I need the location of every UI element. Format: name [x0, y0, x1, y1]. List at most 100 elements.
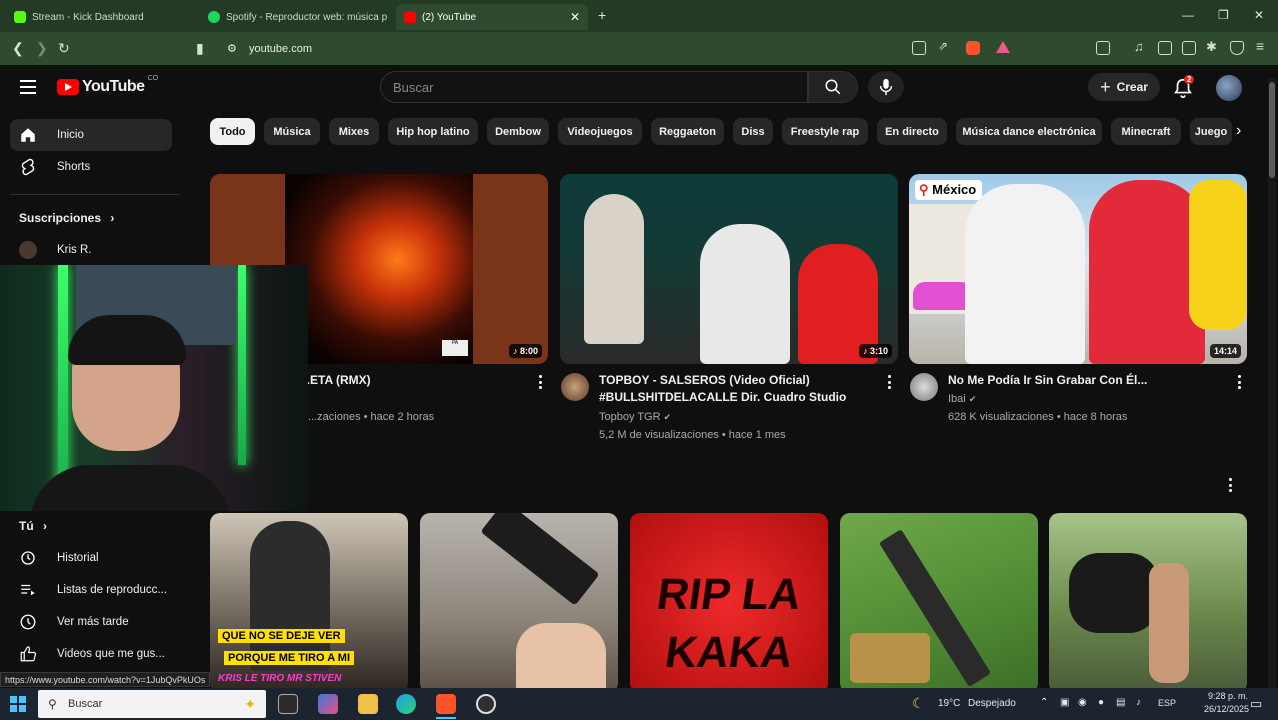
back-icon[interactable]: ❮: [12, 40, 24, 57]
new-tab-icon[interactable]: +: [598, 7, 606, 23]
video-menu-icon[interactable]: [888, 375, 892, 389]
taskbar-search[interactable]: ⚲ Buscar ✦: [38, 690, 266, 718]
sidebar-item-label: Historial: [57, 552, 99, 564]
history-icon: [19, 549, 37, 567]
short-thumbnail[interactable]: [420, 513, 618, 693]
browser-tab-spotify[interactable]: Spotify - Reproductor web: música p: [200, 4, 392, 30]
sidebar-toggle-icon[interactable]: [1096, 41, 1110, 55]
tray-app-icon[interactable]: ▣: [1060, 697, 1069, 708]
speaker-icon[interactable]: ♪: [1136, 697, 1141, 708]
video-menu-icon[interactable]: [539, 375, 543, 389]
browser-tab-kick[interactable]: Stream - Kick Dashboard: [6, 4, 198, 30]
sidebar-item-playlists[interactable]: Listas de reproducc...: [10, 574, 172, 606]
share-icon[interactable]: ⇗: [938, 39, 952, 53]
weather-temp[interactable]: 19°C: [938, 698, 960, 709]
clock-time[interactable]: 9:28 p. m.: [1208, 691, 1248, 701]
video-thumbnail[interactable]: ♪ 3:10: [560, 174, 898, 364]
section-menu-icon[interactable]: [1229, 478, 1233, 492]
sidebar-item-channel[interactable]: Kris R.: [10, 234, 172, 266]
page-scrollbar[interactable]: [1268, 78, 1276, 688]
sidebar-item-watch-later[interactable]: Ver más tarde: [10, 606, 172, 638]
channel-name[interactable]: Ibai ✔: [948, 390, 976, 408]
chip-edm[interactable]: Música dance electrónica: [956, 118, 1102, 145]
obs-icon[interactable]: [476, 694, 496, 714]
notification-center-icon[interactable]: ▭: [1250, 696, 1262, 712]
brave-rewards-icon[interactable]: [996, 41, 1010, 53]
vpn-icon[interactable]: [1230, 41, 1244, 55]
guide-menu-icon[interactable]: [20, 80, 36, 94]
reload-icon[interactable]: ↻: [58, 40, 70, 57]
bookmark-icon[interactable]: ▮: [196, 40, 204, 57]
chip-freestyle-rap[interactable]: Freestyle rap: [782, 118, 868, 145]
tray-expand-icon[interactable]: ⌃: [1040, 697, 1048, 708]
chips-next-icon[interactable]: ›: [1236, 122, 1241, 140]
chip-all[interactable]: Todo: [210, 118, 255, 145]
browser-tab-youtube[interactable]: (2) YouTube ✕: [396, 4, 588, 30]
youtube-logo[interactable]: YouTube CO: [57, 75, 158, 96]
weather-desc[interactable]: Despejado: [968, 698, 1016, 709]
tab-title: Stream - Kick Dashboard: [32, 11, 144, 23]
voice-search-button[interactable]: [868, 71, 904, 103]
network-icon[interactable]: ▤: [1116, 697, 1125, 708]
app-icon[interactable]: [318, 694, 338, 714]
chip-games[interactable]: Juego: [1190, 118, 1232, 145]
chip-videogames[interactable]: Videojuegos: [558, 118, 642, 145]
account-avatar[interactable]: [1216, 75, 1242, 101]
media-icon[interactable]: ♫: [1134, 39, 1148, 54]
close-window-icon[interactable]: ✕: [1254, 8, 1264, 22]
tray-mic-icon[interactable]: ●: [1098, 697, 1104, 708]
short-thumbnail[interactable]: QUE NO SE DEJE VER PORQUE ME TIRO A MI K…: [210, 513, 408, 693]
reading-mode-icon[interactable]: [1158, 41, 1172, 55]
video-title[interactable]: ...ETA (RMX): [300, 372, 530, 389]
chip-music[interactable]: Música: [264, 118, 320, 145]
close-tab-icon[interactable]: ✕: [570, 10, 580, 24]
chip-latin-hiphop[interactable]: Hip hop latino: [388, 118, 478, 145]
windows-start-icon[interactable]: [10, 696, 26, 712]
create-button[interactable]: + Crear: [1088, 73, 1160, 101]
chip-mixes[interactable]: Mixes: [329, 118, 379, 145]
task-view-icon[interactable]: [278, 694, 298, 714]
sidebar-item-shorts[interactable]: Shorts: [10, 151, 172, 183]
chip-minecraft[interactable]: Minecraft: [1111, 118, 1181, 145]
chip-dembow[interactable]: Dembow: [487, 118, 549, 145]
file-explorer-icon[interactable]: [358, 694, 378, 714]
search-input[interactable]: [380, 71, 808, 103]
channel-avatar[interactable]: [910, 373, 938, 401]
short-thumbnail[interactable]: RIP LA KAKA: [630, 513, 828, 693]
you-header[interactable]: Tú ›: [19, 519, 47, 533]
video-thumbnail[interactable]: ⚲ México 14:14: [909, 174, 1247, 364]
clock-date[interactable]: 26/12/2025: [1204, 704, 1249, 714]
chip-reggaeton[interactable]: Reggaeton: [651, 118, 724, 145]
video-title[interactable]: TOPBOY - SALSEROS (Video Oficial) #BULLS…: [599, 372, 879, 406]
channel-avatar[interactable]: [561, 373, 589, 401]
wallet-icon[interactable]: [1182, 41, 1196, 55]
menu-icon[interactable]: ≡: [1256, 38, 1270, 54]
kick-icon: [14, 11, 26, 23]
cast-icon[interactable]: [912, 41, 926, 55]
sidebar-item-home[interactable]: Inicio: [10, 119, 172, 151]
tray-app-icon[interactable]: ◉: [1078, 697, 1087, 708]
edge-icon[interactable]: [396, 694, 416, 714]
short-thumbnail[interactable]: [840, 513, 1038, 693]
extensions-icon[interactable]: ✱: [1206, 39, 1220, 54]
site-info-icon[interactable]: ⚙: [227, 42, 237, 55]
chip-live[interactable]: En directo: [877, 118, 947, 145]
input-language[interactable]: ESP: [1158, 698, 1176, 708]
short-thumbnail[interactable]: [1049, 513, 1247, 693]
sidebar-item-liked-videos[interactable]: Videos que me gus...: [10, 638, 172, 670]
chip-diss[interactable]: Diss: [733, 118, 773, 145]
channel-avatar: [19, 241, 37, 259]
minimize-icon[interactable]: —: [1182, 8, 1194, 22]
video-title[interactable]: No Me Podía Ir Sin Grabar Con Él...: [948, 372, 1218, 389]
search-icon: ⚲: [48, 697, 57, 711]
channel-name[interactable]: Topboy TGR ✔: [599, 408, 671, 426]
video-menu-icon[interactable]: [1238, 375, 1242, 389]
brave-shield-icon[interactable]: [966, 41, 980, 55]
search-button[interactable]: [808, 71, 858, 103]
sidebar-item-history[interactable]: Historial: [10, 542, 172, 574]
scrollbar-thumb[interactable]: [1269, 82, 1275, 178]
brave-icon[interactable]: [436, 694, 456, 714]
subscriptions-header[interactable]: Suscripciones ›: [19, 211, 114, 225]
maximize-icon[interactable]: ❐: [1218, 8, 1229, 22]
forward-icon[interactable]: ❯: [36, 40, 48, 57]
